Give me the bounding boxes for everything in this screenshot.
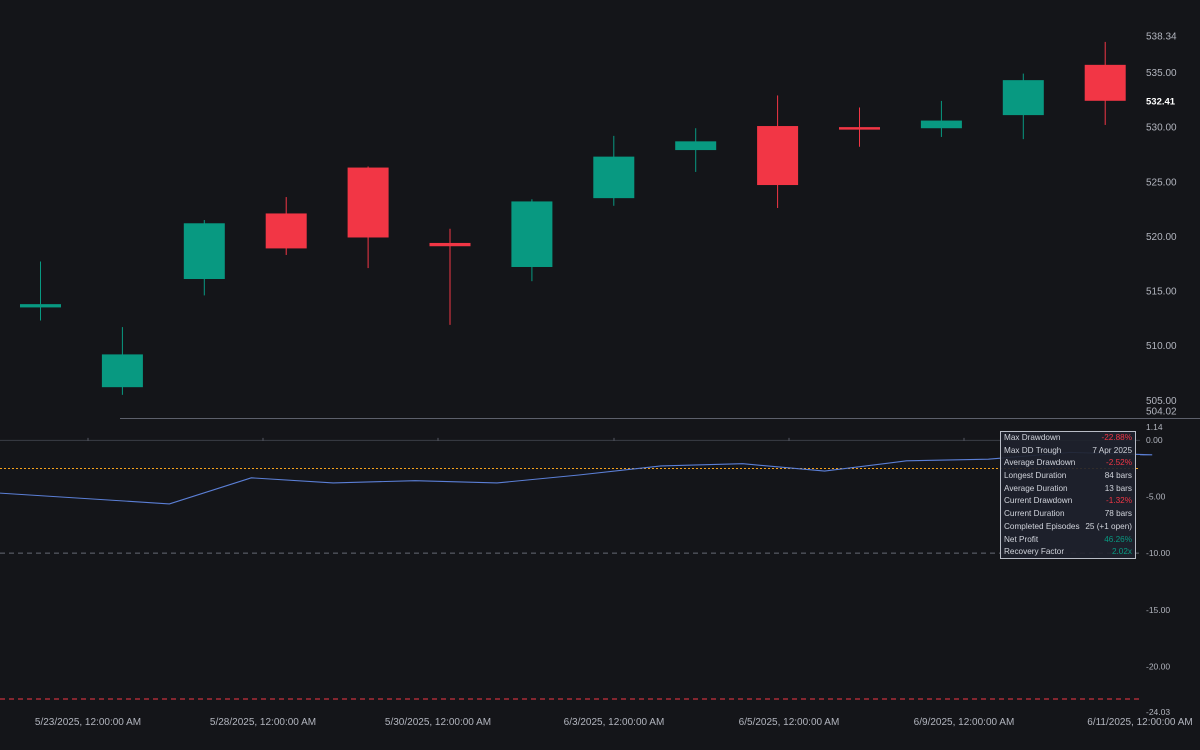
drawdown-stats-panel: Max Drawdown -22.88% Max DD Trough 7 Apr 20… [1000, 431, 1136, 559]
drawdown-tick-label: -24.03 [1146, 707, 1170, 717]
drawdown-pane [0, 437, 1153, 700]
stat-row: Average Drawdown -2.52% [1004, 457, 1132, 470]
candle-body [1002, 80, 1044, 116]
stat-row: Recovery Factor 2.02x [1004, 546, 1132, 559]
drawdown-tick-label: -10.00 [1146, 548, 1170, 558]
last-price-label: 532.41 [1146, 96, 1176, 107]
price-tick-label: 510.00 [1146, 341, 1177, 352]
candle-body [183, 223, 225, 280]
price-tick-label: 505.00 [1146, 396, 1177, 407]
time-axis: 5/23/2025, 12:00:00 AM 5/28/2025, 12:00:0… [35, 717, 1193, 728]
stat-label: Net Profit [1004, 534, 1039, 544]
candle-body [675, 141, 717, 151]
stat-label: Current Duration [1004, 509, 1065, 519]
price-axis: 538.34 535.00 532.41 530.00 525.00 520.00 515.… [1146, 32, 1177, 418]
candle-body [839, 127, 880, 130]
price-tick-label: 535.00 [1146, 68, 1177, 79]
stat-row: Current Duration 78 bars [1004, 508, 1132, 521]
stat-value: 25 (+1 open) [1085, 521, 1132, 531]
stat-row: Max Drawdown -22.88% [1004, 432, 1132, 445]
stat-label: Max Drawdown [1004, 433, 1061, 442]
stat-row: Net Profit 46.26% [1004, 534, 1132, 547]
stat-value: -2.52% [1106, 458, 1132, 468]
stat-label: Average Duration [1004, 483, 1068, 493]
candle-body [347, 167, 389, 238]
candle-body [511, 201, 553, 267]
stat-value: 84 bars [1104, 471, 1132, 481]
stat-value: 2.02x [1111, 547, 1132, 557]
drawdown-tick-label: 0.00 [1146, 435, 1163, 445]
candle-body [20, 304, 61, 308]
drawdown-line [0, 451, 1153, 505]
time-axis-label: 5/23/2025, 12:00:00 AM [35, 717, 141, 728]
time-axis-label: 6/9/2025, 12:00:00 AM [914, 717, 1015, 728]
candle-body [757, 126, 799, 186]
price-tick-label: 525.00 [1146, 177, 1177, 188]
time-axis-label: 5/30/2025, 12:00:00 AM [385, 717, 491, 728]
stat-value: 13 bars [1104, 483, 1132, 493]
time-axis-label: 6/5/2025, 12:00:00 AM [739, 717, 840, 728]
stat-row: Completed Episodes 25 (+1 open) [1004, 521, 1132, 534]
time-axis-label: 6/3/2025, 12:00:00 AM [564, 717, 665, 728]
stat-value: 46.26% [1104, 534, 1132, 544]
stat-value: -22.88% [1101, 433, 1133, 442]
price-tick-label: 504.02 [1146, 407, 1177, 418]
drawdown-tick-label: -15.00 [1146, 605, 1170, 615]
drawdown-tick-label: -20.00 [1146, 661, 1170, 671]
candle-body [593, 156, 635, 199]
price-tick-label: 538.34 [1146, 32, 1177, 43]
drawdown-axis: 1.14 0.00 -5.00 -10.00 -15.00 -20.00 -24.03 [1146, 422, 1170, 717]
stat-label: Longest Duration [1004, 471, 1067, 481]
candle-body [429, 242, 471, 247]
price-tick-label: 515.00 [1146, 287, 1177, 298]
stat-row: Current Drawdown -1.32% [1004, 495, 1132, 508]
candle-body [101, 354, 143, 388]
stat-label: Recovery Factor [1004, 547, 1065, 557]
candle-body [265, 213, 307, 249]
drawdown-tick-label: -5.00 [1146, 492, 1166, 502]
candlestick-series [20, 41, 1126, 395]
candle-body [920, 120, 962, 129]
stat-label: Completed Episodes [1004, 521, 1080, 531]
time-axis-label: 5/28/2025, 12:00:00 AM [210, 717, 316, 728]
stat-row: Max DD Trough 7 Apr 2025 [1004, 445, 1132, 458]
stat-value: -1.32% [1106, 496, 1132, 506]
time-axis-label: 6/11/2025, 12:00:00 AM [1087, 717, 1192, 728]
stat-label: Current Drawdown [1004, 496, 1073, 506]
stat-row: Longest Duration 84 bars [1004, 470, 1132, 483]
price-tick-label: 520.00 [1146, 232, 1177, 243]
stat-label: Average Drawdown [1004, 458, 1076, 468]
stat-row: Average Duration 13 bars [1004, 483, 1132, 496]
drawdown-tick-label: 1.14 [1146, 422, 1163, 432]
stat-value: 78 bars [1104, 509, 1132, 519]
stat-value: 7 Apr 2025 [1092, 445, 1132, 455]
candle-body [1084, 64, 1126, 101]
price-tick-label: 530.00 [1146, 123, 1177, 134]
stat-label: Max DD Trough [1004, 445, 1062, 455]
drawdown-chart[interactable]: 538.34 535.00 532.41 530.00 525.00 520.00 515.… [0, 0, 1200, 750]
